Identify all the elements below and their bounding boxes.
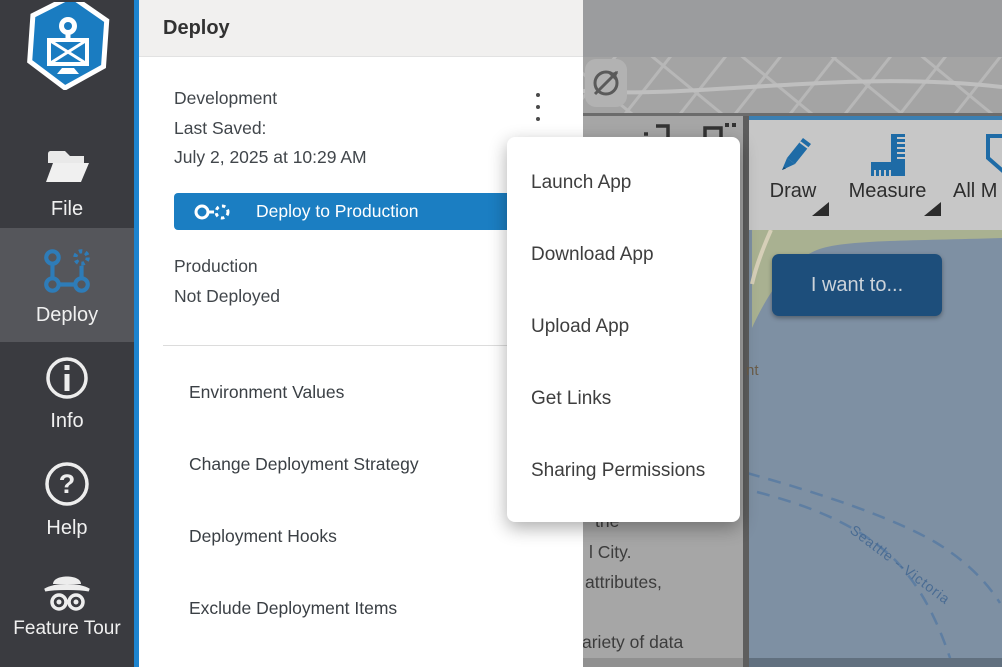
deploy-button-label: Deploy to Production <box>256 201 418 222</box>
last-saved-value: July 2, 2025 at 10:29 AM <box>174 143 367 173</box>
all-m-button[interactable]: All M <box>949 124 1002 230</box>
rotate-icon <box>591 68 621 98</box>
panel-text-fragment: ariety of data <box>583 632 683 653</box>
action-environment-values[interactable]: Environment Values <box>189 382 344 406</box>
folder-icon <box>43 146 91 188</box>
sidebar-accent-line <box>134 0 139 667</box>
sidebar-item-label: File <box>0 198 134 221</box>
deploy-panel-header: Deploy <box>139 0 583 57</box>
sidebar-item-file[interactable]: File <box>0 138 134 228</box>
production-info: Production Not Deployed <box>174 252 280 311</box>
deploy-to-production-button[interactable]: Deploy to Production <box>174 193 550 230</box>
panel-text-fragment: l City. <box>589 542 631 563</box>
sidebar-item-label: Info <box>0 410 134 433</box>
app-logo <box>26 2 110 90</box>
action-change-deployment-strategy[interactable]: Change Deployment Strategy <box>189 454 419 478</box>
kebab-icon <box>536 93 540 97</box>
measure-dropdown-triangle[interactable] <box>924 202 941 216</box>
map-strip[interactable] <box>583 57 1002 113</box>
panel-text-fragment: attributes, <box>585 572 662 593</box>
info-icon <box>45 356 89 400</box>
kebab-icon <box>536 105 540 109</box>
menu-item-get-links[interactable]: Get Links <box>531 388 611 416</box>
draw-label: Draw <box>757 180 829 203</box>
deploy-link-icon <box>194 202 230 222</box>
map-canvas[interactable]: Seattle --Victoria nt I want to... <box>749 230 1002 667</box>
sidebar-item-label: Deploy <box>0 304 134 327</box>
panel-bottom-edge <box>583 658 743 667</box>
more-options-button[interactable] <box>523 84 553 130</box>
sidebar-item-info[interactable]: Info <box>0 348 134 440</box>
map-toolbar: Draw Measure <box>749 116 1002 230</box>
menu-item-launch-app[interactable]: Launch App <box>531 172 631 200</box>
sidebar-item-help[interactable]: ? Help <box>0 453 134 545</box>
pencil-icon <box>773 132 813 176</box>
action-exclude-deployment-items[interactable]: Exclude Deployment Items <box>189 598 397 622</box>
development-info: Development Last Saved: July 2, 2025 at … <box>174 84 367 173</box>
map-place-label: nt <box>746 362 759 379</box>
map-rotate-button[interactable] <box>585 59 627 107</box>
sidebar-item-deploy[interactable]: Deploy <box>0 228 134 342</box>
screen: the l City. attributes, ariety of data D… <box>0 0 1002 667</box>
sidebar-item-label: Feature Tour <box>0 618 134 640</box>
deploy-nodes-icon <box>42 244 92 298</box>
target-name: Production <box>174 252 280 282</box>
svg-text:?: ? <box>59 469 76 499</box>
ruler-icon <box>869 132 907 178</box>
street-grid <box>583 57 1002 113</box>
target-status: Not Deployed <box>174 282 280 312</box>
background-app-header <box>583 0 1002 57</box>
environment-name: Development <box>174 84 367 114</box>
shield-icon <box>986 134 1002 176</box>
menu-item-upload-app[interactable]: Upload App <box>531 316 629 344</box>
feature-tour-icon <box>39 568 95 616</box>
all-m-label: All M <box>953 180 1002 203</box>
sidebar-item-feature-tour[interactable]: Feature Tour <box>0 560 134 656</box>
i-want-to-button[interactable]: I want to... <box>772 254 942 316</box>
draw-button[interactable]: Draw <box>757 124 829 230</box>
measure-label: Measure <box>834 180 941 203</box>
kebab-icon <box>536 117 540 121</box>
menu-item-sharing-permissions[interactable]: Sharing Permissions <box>531 460 705 488</box>
last-saved-label: Last Saved: <box>174 114 367 144</box>
help-icon: ? <box>44 461 90 507</box>
measure-button[interactable]: Measure <box>834 124 941 230</box>
menu-item-download-app[interactable]: Download App <box>531 244 654 272</box>
action-deployment-hooks[interactable]: Deployment Hooks <box>189 526 337 550</box>
draw-dropdown-triangle[interactable] <box>812 202 829 216</box>
sidebar: File Deploy Info <box>0 0 139 667</box>
page-title: Deploy <box>163 17 230 40</box>
context-menu: Launch App Download App Upload App Get L… <box>507 137 740 522</box>
ferry-route-label: Seattle --Victoria <box>847 522 953 608</box>
sidebar-item-label: Help <box>0 517 134 540</box>
